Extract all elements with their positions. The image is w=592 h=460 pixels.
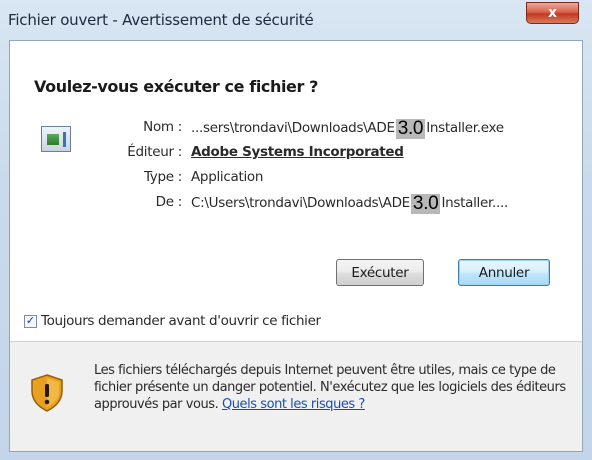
type-label: Type : [143, 169, 182, 185]
dialog-heading: Voulez-vous exécuter ce fichier ? [34, 77, 319, 96]
security-warning-window: Fichier ouvert - Avertissement de sécuri… [0, 0, 592, 460]
title-bar[interactable]: Fichier ouvert - Avertissement de sécuri… [0, 0, 592, 38]
security-shield-icon [31, 374, 63, 412]
publisher-label: Éditeur : [127, 144, 182, 160]
from-value: C:\Users\trondavi\Downloads\ADE 3.0 Instal… [191, 193, 508, 214]
name-label: Nom : [143, 119, 182, 135]
always-ask-checkbox[interactable]: ✓ [24, 315, 37, 328]
always-ask-label[interactable]: Toujours demander avant d'ouvrir ce fich… [41, 313, 321, 329]
version-highlight: 3.0 [395, 118, 426, 139]
warning-footer: Les fichiers téléchargés depuis Internet… [10, 342, 582, 451]
checkmark-icon: ✓ [25, 315, 36, 327]
publisher-link[interactable]: Adobe Systems Incorporated [191, 144, 404, 160]
close-button[interactable]: x [526, 2, 579, 24]
from-row: De : C:\Users\trondavi\Downloads\ADE 3.0 I… [10, 194, 580, 214]
file-name-row: Nom : ...sers\trondavi\Downloads\ADE 3.0 I… [10, 119, 580, 139]
run-button[interactable]: Exécuter [336, 259, 424, 286]
type-row: Type : Application [10, 169, 580, 189]
window-title: Fichier ouvert - Avertissement de sécuri… [8, 11, 314, 29]
name-value: ...sers\trondavi\Downloads\ADE 3.0 Install… [191, 118, 504, 139]
version-highlight: 3.0 [410, 193, 441, 214]
warning-text-block: Les fichiers téléchargés depuis Internet… [94, 362, 576, 413]
risks-link[interactable]: Quels sont les risques ? [222, 397, 365, 412]
cancel-button[interactable]: Annuler [458, 259, 550, 286]
from-label: De : [155, 194, 183, 210]
type-value: Application [191, 169, 264, 185]
close-icon: x [547, 5, 558, 21]
dialog-content: Voulez-vous exécuter ce fichier ? Nom : … [9, 40, 583, 452]
publisher-row: Éditeur : Adobe Systems Incorporated [10, 144, 580, 164]
